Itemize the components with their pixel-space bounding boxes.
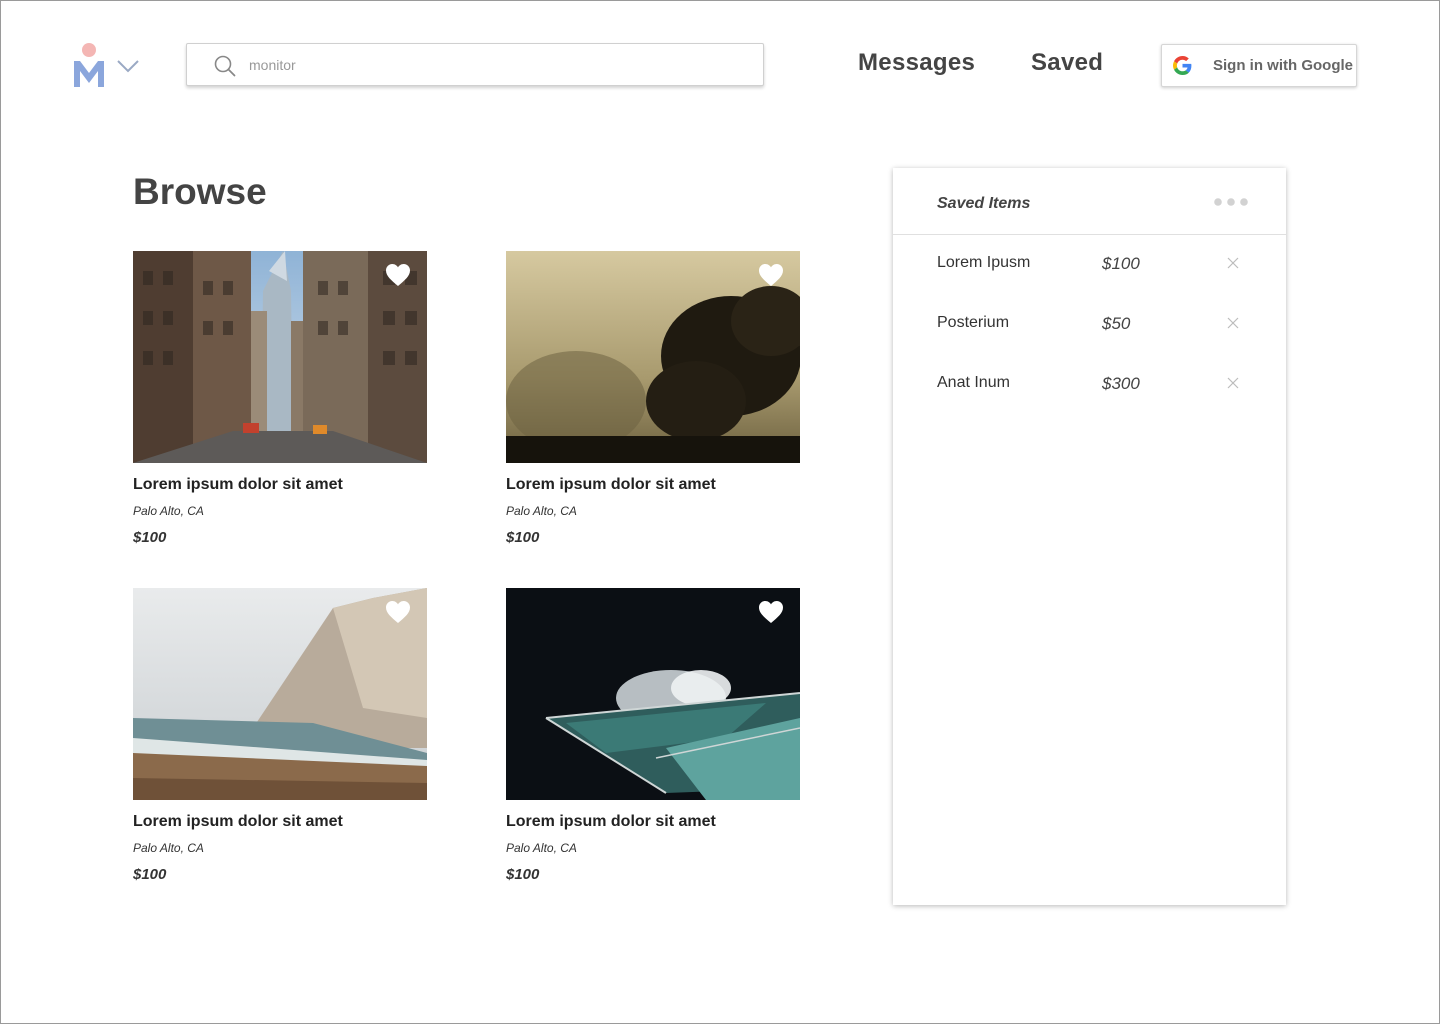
app-frame: Messages Saved Sign in with Google Brows… <box>0 0 1440 1024</box>
heart-icon[interactable] <box>385 263 411 287</box>
nav-saved-link[interactable]: Saved <box>1031 49 1103 77</box>
search-bar <box>186 43 764 86</box>
saved-items-panel: Saved Items Lorem Ipusm $100 Posterium $… <box>893 168 1286 905</box>
heart-icon[interactable] <box>385 600 411 624</box>
close-icon[interactable] <box>1227 317 1239 329</box>
page-title: Browse <box>133 171 267 212</box>
heart-icon[interactable] <box>758 263 784 287</box>
search-input[interactable] <box>247 52 731 78</box>
search-icon[interactable] <box>214 55 236 77</box>
saved-item-price: $50 <box>1102 314 1131 333</box>
chevron-down-icon[interactable] <box>115 57 141 75</box>
saved-item-name: Anat Inum <box>937 374 1010 391</box>
heart-icon[interactable] <box>758 600 784 624</box>
saved-item-row[interactable]: Anat Inum $300 <box>893 370 1286 400</box>
listing-title[interactable]: Lorem ipsum dolor sit amet <box>133 476 343 494</box>
listing-title[interactable]: Lorem ipsum dolor sit amet <box>506 813 716 831</box>
listing-location: Palo Alto, CA <box>133 504 204 518</box>
saved-item-price: $300 <box>1102 374 1140 393</box>
listing-image[interactable] <box>506 251 800 463</box>
google-sign-in-button[interactable]: Sign in with Google <box>1161 44 1357 87</box>
listing-location: Palo Alto, CA <box>133 841 204 855</box>
listing-image[interactable] <box>506 588 800 800</box>
more-dots-icon[interactable] <box>1213 196 1253 208</box>
google-g-icon <box>1173 56 1192 75</box>
saved-item-price: $100 <box>1102 254 1140 273</box>
saved-item-row[interactable]: Lorem Ipusm $100 <box>893 250 1286 280</box>
listing-price: $100 <box>133 529 167 546</box>
listing-price: $100 <box>133 866 167 883</box>
listing-price: $100 <box>506 866 540 883</box>
logo-icon[interactable] <box>71 41 111 91</box>
listing-title[interactable]: Lorem ipsum dolor sit amet <box>133 813 343 831</box>
close-icon[interactable] <box>1227 377 1239 389</box>
listing-image[interactable] <box>133 588 427 800</box>
listing-image[interactable] <box>133 251 427 463</box>
listing-location: Palo Alto, CA <box>506 504 577 518</box>
saved-item-name: Lorem Ipusm <box>937 254 1031 271</box>
google-sign-in-label: Sign in with Google <box>1213 57 1353 74</box>
saved-items-title: Saved Items <box>937 195 1031 212</box>
listing-title[interactable]: Lorem ipsum dolor sit amet <box>506 476 716 494</box>
saved-item-row[interactable]: Posterium $50 <box>893 310 1286 340</box>
listing-location: Palo Alto, CA <box>506 841 577 855</box>
listing-price: $100 <box>506 529 540 546</box>
nav-messages-link[interactable]: Messages <box>858 49 975 77</box>
saved-item-name: Posterium <box>937 314 1010 331</box>
panel-divider <box>893 234 1286 235</box>
close-icon[interactable] <box>1227 257 1239 269</box>
